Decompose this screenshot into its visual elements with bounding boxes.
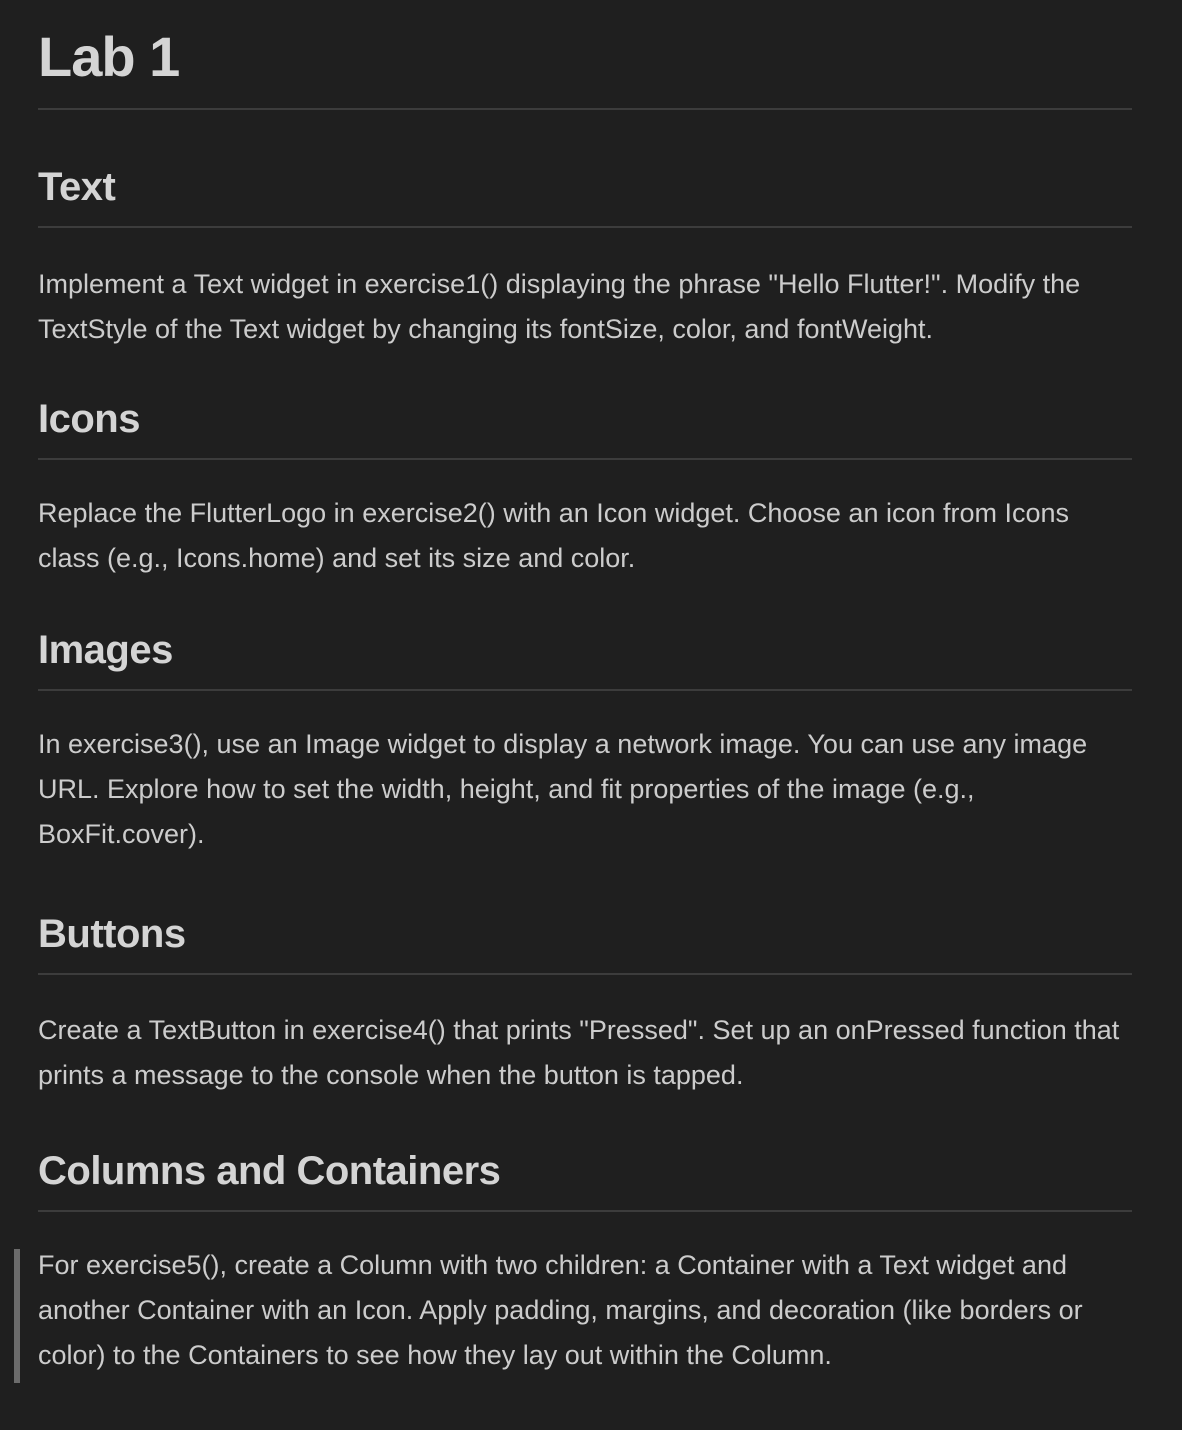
section-text: Text Implement a Text widget in exercise… [38, 162, 1132, 352]
section-paragraph[interactable]: For exercise5(), create a Column with tw… [38, 1243, 1132, 1378]
heading-divider [38, 689, 1132, 691]
section-heading: Columns and Containers [38, 1149, 501, 1193]
page-title: Lab 1 [38, 25, 180, 88]
section-heading: Text [38, 165, 116, 209]
active-block-indicator [14, 1249, 20, 1383]
section-paragraph[interactable]: Implement a Text widget in exercise1() d… [38, 262, 1132, 352]
section-images: Images In exercise3(), use an Image widg… [38, 625, 1132, 857]
section-icons: Icons Replace the FlutterLogo in exercis… [38, 394, 1132, 581]
heading-divider [38, 1210, 1132, 1212]
section-paragraph[interactable]: In exercise3(), use an Image widget to d… [38, 722, 1132, 857]
section-heading: Icons [38, 397, 140, 441]
section-paragraph[interactable]: Replace the FlutterLogo in exercise2() w… [38, 491, 1132, 581]
heading-divider [38, 458, 1132, 460]
markdown-document: Lab 1 Text Implement a Text widget in ex… [38, 0, 1132, 1378]
section-paragraph[interactable]: Create a TextButton in exercise4() that … [38, 1008, 1132, 1098]
section-columns-and-containers: Columns and Containers For exercise5(), … [38, 1146, 1132, 1378]
section-buttons: Buttons Create a TextButton in exercise4… [38, 909, 1132, 1098]
heading-divider [38, 973, 1132, 975]
section-heading: Images [38, 628, 173, 672]
section-heading: Buttons [38, 912, 186, 956]
title-divider [38, 108, 1132, 110]
heading-divider [38, 226, 1132, 228]
